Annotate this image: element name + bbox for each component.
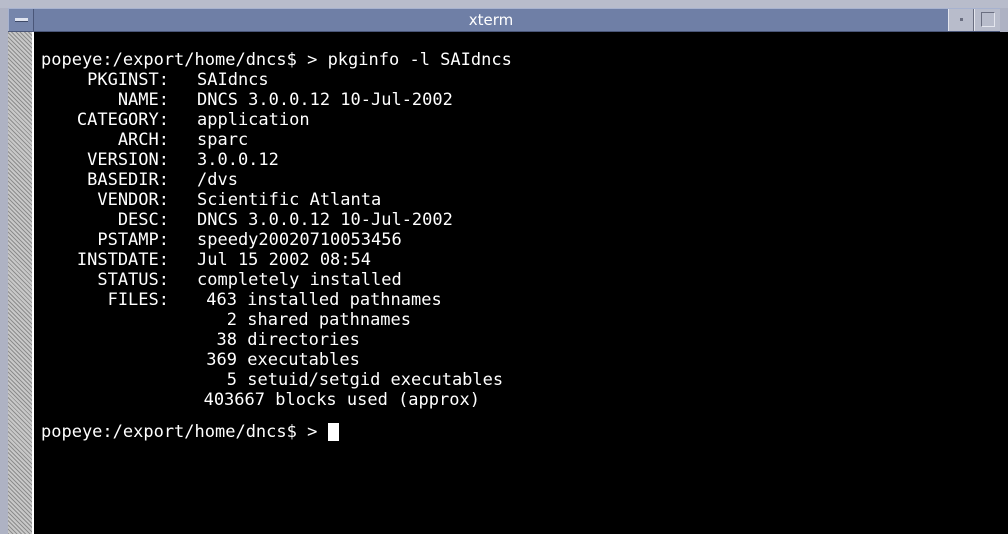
field-key: CATEGORY:	[76, 110, 169, 130]
field-value: DNCS 3.0.0.12 10-Jul-2002	[197, 210, 453, 230]
files-label: directories	[247, 330, 360, 350]
field-value: /dvs	[197, 170, 238, 190]
field-row: BASEDIR: /dvs	[41, 170, 1008, 190]
block-cursor	[327, 423, 339, 441]
window-menu-icon	[15, 18, 28, 22]
field-key: VERSION:	[87, 150, 169, 170]
field-row: PSTAMP: speedy20020710053456	[41, 230, 1008, 250]
shell-prompt: popeye:/export/home/dncs$ >	[41, 422, 328, 442]
files-row: 2 shared pathnames	[41, 310, 1008, 330]
files-key: FILES:	[107, 290, 169, 310]
field-key: NAME:	[117, 90, 169, 110]
field-row: VERSION: 3.0.0.12	[41, 150, 1008, 170]
files-count: 2	[226, 310, 237, 330]
field-value: application	[197, 110, 310, 130]
field-key: INSTDATE:	[76, 250, 169, 270]
command-line: popeye:/export/home/dncs$ > pkginfo -l S…	[41, 50, 512, 70]
blocks-label: blocks used (approx)	[275, 390, 480, 410]
minimize-button[interactable]	[948, 9, 974, 31]
files-label: shared pathnames	[247, 310, 412, 330]
files-row: FILES: 463 installed pathnames	[41, 290, 1008, 310]
files-count: 369	[206, 350, 237, 370]
files-row: 38 directories	[41, 330, 1008, 350]
field-value: SAIdncs	[197, 70, 269, 90]
title-bar[interactable]: xterm	[8, 8, 1000, 32]
xterm-window: xterm popeye:/export/home/dncs$ > pkginf…	[0, 0, 1008, 534]
files-label: executables	[247, 350, 360, 370]
minimize-icon	[960, 18, 963, 21]
field-row: NAME: DNCS 3.0.0.12 10-Jul-2002	[41, 90, 1008, 110]
field-row: STATUS: completely installed	[41, 270, 1008, 290]
files-label: installed pathnames	[247, 290, 442, 310]
field-row: CATEGORY: application	[41, 110, 1008, 130]
files-count: 38	[216, 330, 237, 350]
files-count: 5	[226, 370, 237, 390]
field-row: DESC: DNCS 3.0.0.12 10-Jul-2002	[41, 210, 1008, 230]
field-value: Jul 15 2002 08:54	[197, 250, 371, 270]
files-label: setuid/setgid executables	[247, 370, 504, 390]
vertical-scrollbar[interactable]	[8, 32, 34, 534]
field-value: sparc	[197, 130, 249, 150]
maximize-button[interactable]	[974, 9, 1000, 31]
blocks-count: 403667	[203, 390, 265, 410]
field-key: PKGINST:	[87, 70, 169, 90]
window-frame-top[interactable]	[0, 0, 1008, 8]
field-value: speedy20020710053456	[197, 230, 402, 250]
field-value: 3.0.0.12	[197, 150, 279, 170]
files-row: 369 executables	[41, 350, 1008, 370]
prompt-line[interactable]: popeye:/export/home/dncs$ >	[41, 422, 1008, 442]
field-value: Scientific Atlanta	[197, 190, 382, 210]
field-value: completely installed	[197, 270, 402, 290]
field-value: DNCS 3.0.0.12 10-Jul-2002	[197, 90, 453, 110]
field-row: VENDOR: Scientific Atlanta	[41, 190, 1008, 210]
files-count: 463	[206, 290, 237, 310]
field-row: ARCH: sparc	[41, 130, 1008, 150]
field-key: VENDOR:	[97, 190, 169, 210]
window-title: xterm	[468, 11, 514, 29]
window-menu-button[interactable]	[8, 9, 34, 31]
field-row: PKGINST: SAIdncs	[41, 70, 1008, 90]
field-row: INSTDATE: Jul 15 2002 08:54	[41, 250, 1008, 270]
files-row: 5 setuid/setgid executables	[41, 370, 1008, 390]
field-key: PSTAMP:	[97, 230, 169, 250]
blocks-row: 403667 blocks used (approx)	[41, 390, 1008, 410]
field-key: BASEDIR:	[87, 170, 169, 190]
maximize-icon	[981, 12, 995, 27]
terminal-output[interactable]: popeye:/export/home/dncs$ > pkginfo -l S…	[34, 32, 1008, 534]
field-key: DESC:	[117, 210, 169, 230]
field-key: ARCH:	[117, 130, 169, 150]
field-key: STATUS:	[97, 270, 169, 290]
